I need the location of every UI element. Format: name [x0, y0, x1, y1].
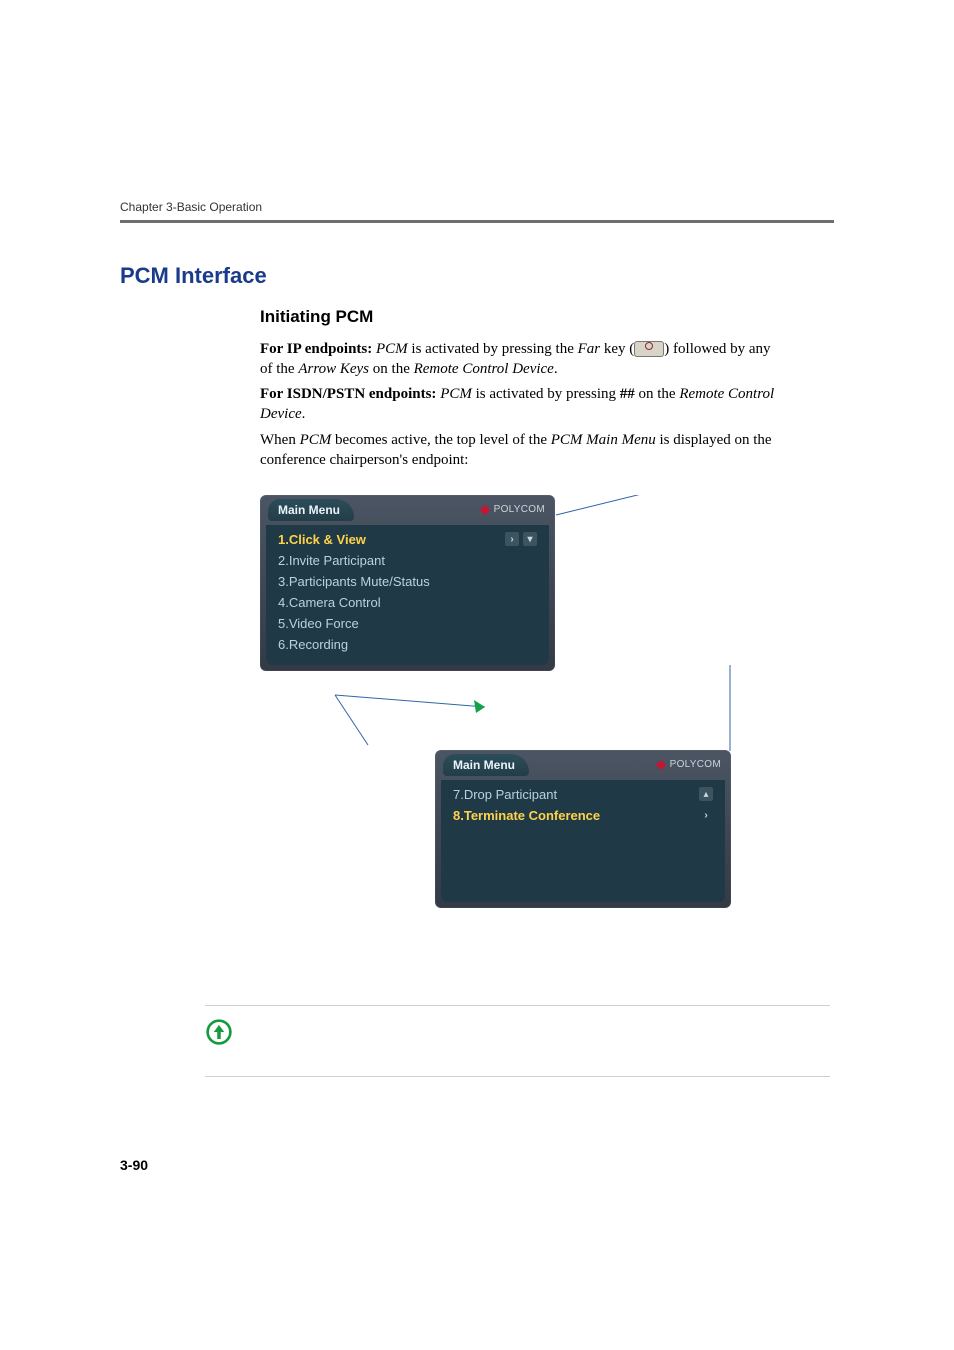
- panel2-title-tab: Main Menu: [443, 754, 529, 776]
- menu-item-label: 2.Invite Participant: [278, 553, 385, 568]
- brand-label: POLYCOM: [480, 504, 545, 515]
- menu-item-drop[interactable]: 7.Drop Participant ▴: [441, 784, 725, 805]
- header-divider: [120, 220, 834, 223]
- menu-item-label: 1.Click & View: [278, 532, 366, 547]
- polycom-logo-icon: [656, 760, 666, 770]
- chevron-right-icon: ›: [505, 532, 519, 546]
- brand-text: POLYCOM: [670, 759, 721, 770]
- brand-label: POLYCOM: [656, 759, 721, 770]
- ip-pcm: PCM: [376, 341, 408, 357]
- paragraph-ip: For IP endpoints: PCM is activated by pr…: [260, 339, 780, 380]
- isdn-t3: on the: [635, 386, 680, 402]
- ip-far: Far: [578, 341, 601, 357]
- menu-item-camera[interactable]: 4.Camera Control: [266, 592, 549, 613]
- when-t1: When: [260, 432, 300, 448]
- menu-item-recording[interactable]: 6.Recording: [266, 634, 549, 655]
- section-title: PCM Interface: [120, 263, 834, 289]
- note-block: [205, 1005, 830, 1077]
- isdn-t5: .: [302, 406, 306, 422]
- chapter-label: Chapter 3-Basic Operation: [120, 200, 834, 214]
- screenshot-container: Main Menu POLYCOM 1.Click & View › ▾: [260, 495, 780, 975]
- main-menu-panel-2: Main Menu POLYCOM 7.Drop Participant ▴ 8…: [435, 750, 731, 908]
- when-t3: becomes active, the top level of the: [331, 432, 551, 448]
- isdn-t2: is activated by pressing: [472, 386, 620, 402]
- ip-arrowkeys: Arrow Keys: [298, 361, 369, 377]
- menu-item-label: 6.Recording: [278, 637, 348, 652]
- isdn-lead: For ISDN/PSTN endpoints:: [260, 386, 440, 402]
- ip-t2: is activated by pressing the: [408, 341, 578, 357]
- menu-item-label: 7.Drop Participant: [453, 787, 557, 802]
- page-number: 3-90: [120, 1157, 834, 1173]
- menu-item-label: 4.Camera Control: [278, 595, 381, 610]
- menu-item-label: 8.Terminate Conference: [453, 808, 600, 823]
- polycom-logo-icon: [480, 505, 490, 515]
- ip-lead: For IP endpoints:: [260, 341, 376, 357]
- main-menu-panel-1: Main Menu POLYCOM 1.Click & View › ▾: [260, 495, 555, 671]
- ip-t4: key (: [600, 341, 634, 357]
- menu-item-mute-status[interactable]: 3.Participants Mute/Status: [266, 571, 549, 592]
- chevron-right-icon: ›: [699, 808, 713, 822]
- when-menu: PCM Main Menu: [551, 432, 656, 448]
- menu-item-video-force[interactable]: 5.Video Force: [266, 613, 549, 634]
- chevron-up-icon[interactable]: ▴: [699, 787, 713, 801]
- when-pcm: PCM: [300, 432, 332, 448]
- isdn-hash: ##: [620, 386, 635, 402]
- menu-item-terminate[interactable]: 8.Terminate Conference ›: [441, 805, 725, 826]
- subsection-title: Initiating PCM: [260, 307, 780, 327]
- note-arrow-icon: [205, 1018, 233, 1046]
- menu-item-label: 3.Participants Mute/Status: [278, 574, 430, 589]
- panel1-title-tab: Main Menu: [268, 499, 354, 521]
- brand-text: POLYCOM: [494, 504, 545, 515]
- paragraph-isdn: For ISDN/PSTN endpoints: PCM is activate…: [260, 384, 780, 425]
- menu-item-label: 5.Video Force: [278, 616, 359, 631]
- ip-remote: Remote Control Device: [414, 361, 554, 377]
- chevron-down-icon[interactable]: ▾: [523, 532, 537, 546]
- ip-t7: on the: [369, 361, 414, 377]
- ip-t9: .: [554, 361, 558, 377]
- paragraph-when: When PCM becomes active, the top level o…: [260, 430, 780, 471]
- isdn-pcm: PCM: [440, 386, 472, 402]
- menu-item-click-view[interactable]: 1.Click & View › ▾: [266, 529, 549, 550]
- far-key-icon: [634, 341, 664, 357]
- menu-item-invite[interactable]: 2.Invite Participant: [266, 550, 549, 571]
